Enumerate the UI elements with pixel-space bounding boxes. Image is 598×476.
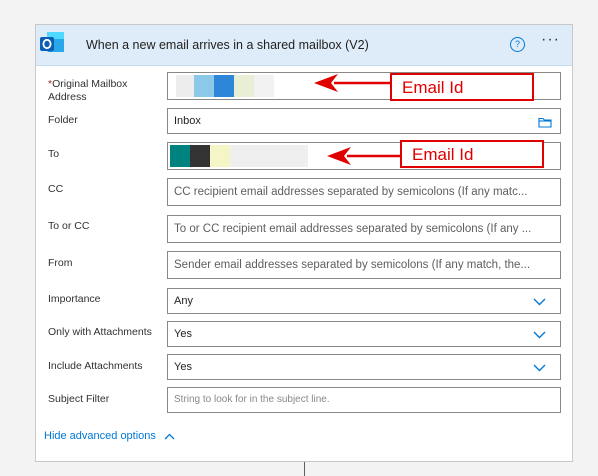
- card-header[interactable]: When a new email arrives in a shared mai…: [36, 25, 572, 66]
- to-or-cc-label: To or CC: [48, 220, 90, 232]
- redacted-block: [230, 145, 308, 167]
- trigger-title: When a new email arrives in a shared mai…: [86, 38, 369, 52]
- email-id-annotation: Email Id: [400, 140, 544, 168]
- hide-advanced-options-label: Hide advanced options: [44, 430, 156, 442]
- original-mailbox-label: *Original Mailbox Address: [48, 78, 127, 104]
- chevron-down-icon: [533, 331, 546, 339]
- folder-field[interactable]: Inbox: [167, 108, 561, 134]
- email-id-annotation: Email Id: [390, 73, 534, 101]
- redacted-block: [170, 145, 190, 167]
- original-mailbox-label-line2: Address: [48, 91, 87, 103]
- hide-advanced-options-link[interactable]: Hide advanced options: [44, 430, 175, 442]
- subject-filter-field[interactable]: String to look for in the subject line.: [167, 387, 561, 413]
- folder-icon[interactable]: [538, 116, 552, 128]
- importance-value: Any: [174, 295, 193, 307]
- from-label: From: [48, 257, 73, 269]
- redacted-block: [194, 75, 214, 97]
- help-icon[interactable]: ?: [510, 37, 525, 52]
- redacted-block: [210, 145, 230, 167]
- importance-dropdown[interactable]: Any: [167, 288, 561, 314]
- subject-filter-label: Subject Filter: [48, 393, 110, 405]
- chevron-up-icon: [164, 433, 175, 440]
- cc-label: CC: [48, 183, 64, 195]
- include-attachments-dropdown[interactable]: Yes: [167, 354, 561, 380]
- cc-field[interactable]: CC recipient email addresses separated b…: [167, 178, 561, 206]
- redacted-block: [176, 75, 194, 97]
- redacted-block: [254, 75, 274, 97]
- redacted-block: [190, 145, 210, 167]
- original-mailbox-label-line1: Original Mailbox: [52, 78, 128, 90]
- chevron-down-icon: [533, 298, 546, 306]
- flow-connector: [304, 462, 305, 476]
- only-with-attachments-value: Yes: [174, 328, 192, 340]
- outlook-icon: [40, 32, 64, 52]
- to-label: To: [48, 148, 60, 160]
- only-with-attachments-dropdown[interactable]: Yes: [167, 321, 561, 347]
- redacted-block: [234, 75, 254, 97]
- redacted-block: [214, 75, 234, 97]
- annotation-arrow-icon: [314, 74, 390, 92]
- to-or-cc-field[interactable]: To or CC recipient email addresses separ…: [167, 215, 561, 243]
- from-field[interactable]: Sender email addresses separated by semi…: [167, 251, 561, 279]
- folder-label: Folder: [48, 114, 78, 126]
- only-with-attachments-label: Only with Attachments: [48, 326, 152, 338]
- include-attachments-label: Include Attachments: [48, 360, 143, 372]
- include-attachments-value: Yes: [174, 361, 192, 373]
- annotation-arrow-icon: [327, 147, 403, 165]
- more-options-icon[interactable]: ···: [541, 31, 560, 49]
- chevron-down-icon: [533, 364, 546, 372]
- folder-value: Inbox: [174, 115, 201, 127]
- importance-label: Importance: [48, 293, 101, 305]
